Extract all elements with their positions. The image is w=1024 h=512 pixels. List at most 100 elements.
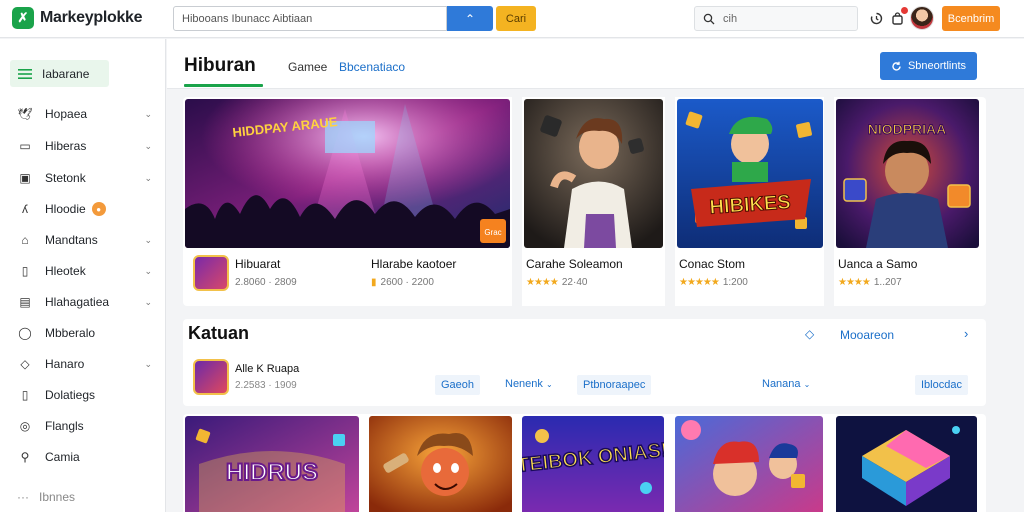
header-cta-button[interactable]: Bcenbrim — [942, 6, 1000, 31]
filter-chip[interactable]: Nenenk ⌄ — [505, 378, 553, 390]
top-bar: ✗ Markeyplokke Hibooans Ibunacc Aibtiaan… — [0, 0, 1024, 38]
tab-bbcenatiaco[interactable]: Bbcenatiaco — [339, 60, 405, 74]
main-header: Hiburan Gamee Bbcenatiaco Sbneortlints — [167, 39, 1024, 89]
notification-dot — [901, 7, 908, 14]
search-value: Hibooans Ibunacc Aibtiaan — [182, 12, 313, 25]
tab-gamee[interactable]: Gamee — [288, 60, 327, 74]
chevron-down-icon: ⌄ — [144, 296, 152, 307]
monitor-icon: ▭ — [19, 139, 31, 153]
sidebar-item-label: Stetonk — [45, 171, 86, 185]
sidebar-item-mandtans[interactable]: ⌂ Mandtans ⌄ — [0, 227, 166, 253]
brand-name: Markeyplokke — [40, 9, 143, 26]
app-meta: 2.2583 · 1909 — [235, 380, 297, 391]
sidebar-item-stetonk[interactable]: ▣ Stetonk ⌄ — [0, 165, 166, 191]
secondary-search-input[interactable]: cih — [694, 6, 858, 31]
featured-card[interactable]: NIODPRIAA Uanca a Samo ★★★★ 1..207 — [834, 97, 986, 306]
tag-icon: ◇ — [20, 357, 30, 371]
filter-chip[interactable]: Gaeoh — [435, 375, 481, 395]
page-title: Hiburan — [184, 55, 256, 76]
section-katuan: Katuan ◇ Mooareon › Alle K Ruapa 2.2583 … — [183, 319, 986, 406]
bird-icon: 🕊 — [17, 107, 33, 121]
search-icon: ⚲ — [20, 450, 30, 464]
sidebar-item-mbberalo[interactable]: ◯ Mbberalo — [0, 320, 166, 346]
hamburger-icon — [18, 68, 32, 79]
card-meta: ▮ 2600 · 2200 — [371, 277, 434, 288]
sidebar-more[interactable]: ··· Ibnnes — [17, 490, 75, 504]
sidebar-item-camia[interactable]: ⚲ Camia — [0, 444, 166, 470]
game-thumbnail[interactable]: HIDRUS — [185, 416, 359, 512]
sidebar-item-label: Flangls — [45, 419, 84, 433]
rating-stars: ★★★★ — [526, 277, 559, 288]
brand-logo[interactable]: ✗ Markeyplokke — [12, 7, 143, 29]
refresh-icon — [892, 61, 901, 71]
search-icon — [703, 13, 715, 24]
card-title: Hibuarat — [235, 257, 281, 271]
card-title: Conac Stom — [679, 257, 746, 271]
sidebar-item-flangls[interactable]: ◎ Flangls — [0, 413, 166, 439]
sidebar-item-hiberas[interactable]: ▭ Hiberas ⌄ — [0, 133, 166, 159]
ring-icon: ◎ — [19, 419, 31, 433]
search-button[interactable]: ⌃ — [447, 6, 493, 31]
sidebar-item-hlahagatiea[interactable]: ▤ Hlahagatiea ⌄ — [0, 289, 166, 315]
sidebar-item-hopaea[interactable]: 🕊 Hopaea ⌄ — [0, 101, 166, 127]
featured-cards-row: Grac HIDDPAY ARAUE Hibuarat 2.8060 · 280… — [183, 97, 986, 306]
sidebar-menu-toggle[interactable]: Iabarane — [10, 60, 109, 87]
card-meta: 2.8060 · 2809 — [235, 277, 297, 288]
logo-icon: ✗ — [12, 7, 34, 29]
sidebar: Iabarane 🕊 Hopaea ⌄ ▭ Hiberas ⌄ ▣ Steton… — [0, 39, 166, 512]
id-card-icon: ▣ — [19, 171, 31, 185]
chevron-down-icon: ⌄ — [144, 265, 152, 276]
card-thumbnail — [524, 99, 663, 248]
card-meta: ★★★★ 1..207 — [838, 277, 902, 288]
thumb-title: HIDRUS — [226, 459, 318, 486]
sidebar-item-label: Hiberas — [45, 139, 87, 153]
app-name: Alle K Ruapa — [235, 363, 300, 375]
card-title: Uanca a Samo — [838, 257, 918, 271]
sidebar-item-label: Camia — [45, 450, 80, 464]
featured-card[interactable]: HIBIKES Conac Stom ★★★★★ 1:200 — [675, 97, 824, 306]
chevron-right-icon[interactable]: › — [964, 326, 968, 341]
card-title: Carahe Soleamon — [526, 257, 623, 271]
game-thumbnail[interactable] — [369, 416, 512, 512]
game-thumbnail[interactable] — [675, 416, 823, 512]
sidebar-item-label: Hlahagatiea — [45, 295, 110, 309]
main-cta-button[interactable]: Sbneortlints — [880, 52, 977, 80]
sidebar-item-label: Hleotek — [45, 264, 86, 278]
avatar[interactable] — [910, 6, 934, 30]
cart-icon[interactable] — [888, 7, 908, 27]
chevron-down-icon: ⌄ — [144, 358, 152, 369]
filter-chip[interactable]: Ptbnoraapec — [577, 375, 652, 395]
history-icon[interactable] — [867, 9, 885, 27]
game-thumbnail[interactable]: TEIBOK ONIAS! — [522, 416, 664, 512]
sidebar-item-label: Dolatiegs — [45, 388, 96, 402]
game-thumbnail[interactable] — [836, 416, 977, 512]
sidebar-head-label: Iabarane — [42, 66, 90, 81]
card-meta: ★★★★★ 1:200 — [679, 277, 748, 288]
filter-chip[interactable]: Iblocdac — [915, 375, 968, 395]
sidebar-item-label: Mandtans — [45, 233, 98, 247]
sidebar-item-label: Hopaea — [45, 107, 88, 121]
card-meta: ★★★★ 22·40 — [526, 277, 588, 288]
sidebar-item-hleotek[interactable]: ▯ Hleotek ⌄ — [0, 258, 166, 284]
search-input[interactable]: Hibooans Ibunacc Aibtiaan — [173, 6, 447, 31]
sidebar-item-label: Hanaro — [45, 357, 85, 371]
section-more-link[interactable]: Mooareon — [840, 328, 894, 342]
sidebar-item-dolatiegs[interactable]: ▯ Dolatiegs — [0, 382, 166, 408]
diamond-icon[interactable]: ◇ — [805, 327, 814, 341]
cari-button[interactable]: Cari — [496, 6, 536, 31]
card-gap — [665, 97, 675, 306]
featured-card-wide[interactable]: Grac HIDDPAY ARAUE Hibuarat 2.8060 · 280… — [183, 97, 512, 306]
sidebar-item-label: Mbberalo — [45, 326, 96, 340]
featured-card[interactable]: Carahe Soleamon ★★★★ 22·40 — [522, 97, 665, 306]
sidebar-item-hloodie[interactable]: ʎ Hloodie ● — [0, 196, 166, 222]
chevron-down-icon: ⌄ — [144, 234, 152, 245]
script-icon: ʎ — [22, 202, 28, 216]
rating-stars: ★★★★ — [838, 277, 871, 288]
card-title: Hlarabe kaotoer — [371, 257, 457, 271]
sidebar-item-hanaro[interactable]: ◇ Hanaro ⌄ — [0, 351, 166, 377]
phone-icon: ▯ — [21, 264, 29, 278]
filter-chip[interactable]: Nanana ⌄ — [762, 378, 810, 390]
card-thumbnail: NIODPRIAA — [836, 99, 979, 248]
clipboard-icon: ▤ — [19, 295, 31, 309]
sidebar-more-label: Ibnnes — [39, 490, 76, 504]
